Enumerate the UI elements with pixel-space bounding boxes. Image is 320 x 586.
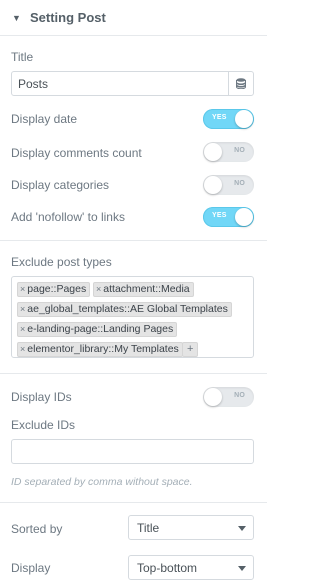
display-ids-switch-text: NO [234,392,245,399]
display-select[interactable]: Top-bottom [128,555,254,580]
sorted-by-label: Sorted by [11,522,63,536]
switch-knob [204,388,222,406]
chip-label: attachment::Media [103,283,190,295]
chip-attachment-media[interactable]: × attachment::Media [93,282,194,297]
display-comments-count-switch[interactable]: NO [203,142,254,162]
title-input-value: Posts [18,77,49,91]
remove-chip-icon[interactable]: × [96,284,101,294]
display-categories-label: Display categories [11,178,110,192]
display-categories-switch-text: NO [234,180,245,187]
display-ids-switch[interactable]: NO [203,387,254,407]
chip-ae-global-templates[interactable]: × ae_global_templates::AE Global Template… [17,302,232,317]
display-date-switch-text: YES [212,114,227,121]
title-input[interactable]: Posts [11,71,254,96]
chip-e-landing-page[interactable]: × e-landing-page::Landing Pages [17,322,178,337]
chip-label: ae_global_templates::AE Global Templates [27,303,228,315]
nofollow-switch[interactable]: YES [203,207,254,227]
switch-knob [204,143,222,161]
sorted-by-value: Title [137,521,160,535]
display-date-switch[interactable]: YES [203,109,254,129]
exclude-ids-label: Exclude IDs [11,418,76,432]
display-comments-count-label: Display comments count [11,146,142,160]
sorted-by-select[interactable]: Title [128,515,254,540]
display-label: Display [11,561,51,575]
switch-knob [235,208,253,226]
database-icon[interactable] [228,72,253,95]
display-value: Top-bottom [137,561,198,575]
remove-chip-icon[interactable]: × [20,284,25,294]
section-header-setting-post[interactable]: ▼ Setting Post [0,0,267,36]
add-post-type-button[interactable]: + [182,342,199,357]
chevron-down-icon [238,566,246,571]
remove-chip-icon[interactable]: × [20,344,25,354]
title-label: Title [11,50,34,64]
chip-label: e-landing-page::Landing Pages [27,323,174,335]
nofollow-switch-text: YES [212,212,227,219]
chevron-down-icon [238,526,246,531]
display-date-label: Display date [11,112,78,126]
switch-knob [204,176,222,194]
exclude-post-types-select[interactable]: × page::Pages × attachment::Media × ae_glob… [11,276,254,358]
remove-chip-icon[interactable]: × [20,304,25,314]
display-comments-count-switch-text: NO [234,147,245,154]
nofollow-label: Add 'nofollow' to links [11,210,125,224]
divider [0,373,267,374]
chip-page-pages[interactable]: × page::Pages [17,282,91,297]
section-title: Setting Post [30,10,106,25]
exclude-post-types-label: Exclude post types [11,255,112,269]
remove-chip-icon[interactable]: × [20,324,25,334]
exclude-ids-hint: ID separated by comma without space. [11,476,193,488]
chip-label: page::Pages [27,283,87,295]
chip-elementor-library[interactable]: × elementor_library::My Templates [17,342,183,357]
divider [0,240,267,241]
chip-label: elementor_library::My Templates [27,343,179,355]
display-categories-switch[interactable]: NO [203,175,254,195]
switch-knob [235,110,253,128]
caret-down-icon: ▼ [12,12,21,23]
display-ids-label: Display IDs [11,390,72,404]
exclude-ids-input[interactable] [11,439,254,464]
divider [0,502,267,503]
